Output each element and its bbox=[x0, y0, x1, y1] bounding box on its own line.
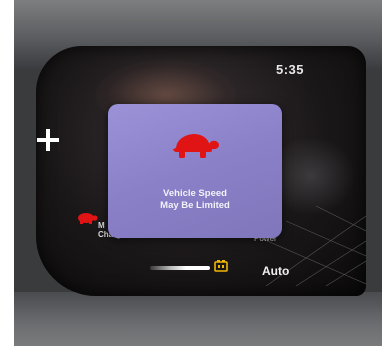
alert-line2: May Be Limited bbox=[160, 200, 230, 211]
alert-line1: Vehicle Speed bbox=[163, 188, 227, 199]
turtle-icon bbox=[78, 213, 98, 224]
speed-limited-alert: Vehicle Speed May Be Limited bbox=[108, 104, 282, 238]
battery-icon bbox=[214, 260, 228, 272]
turtle-icon bbox=[172, 134, 219, 158]
drive-mode-label: Auto bbox=[262, 264, 290, 278]
alert-message: Vehicle Speed May Be Limited bbox=[108, 188, 282, 212]
regen-level-bar bbox=[150, 266, 210, 270]
clock-time: 5:35 bbox=[276, 62, 305, 77]
cluster-photo: 5:35 M Charge — Power Vehicle Speed May … bbox=[14, 0, 382, 346]
dashboard-bezel-bottom bbox=[14, 292, 382, 346]
plus-icon[interactable] bbox=[36, 128, 60, 152]
